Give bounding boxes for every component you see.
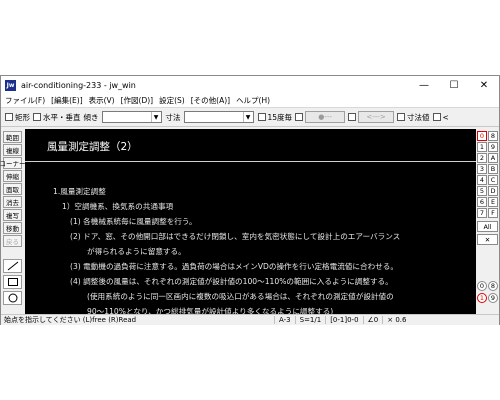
menu-draw[interactable]: [作図(D)] — [121, 95, 153, 106]
lt-checkbox[interactable] — [432, 113, 441, 121]
tool-erase[interactable]: 消去 — [3, 196, 22, 208]
layer-group-7-button[interactable]: 7 — [477, 208, 487, 218]
drawing-text-line: (2) ドア、窓、その他開口部はできるだけ閉鎖し、室内を気密状態にして設計上のエ… — [70, 232, 401, 241]
deg15-label: 15度毎 — [267, 112, 293, 122]
toolbar: 矩形 水平・垂直 傾き ▼ 寸法 ▼ 15度毎 ●--- <---> 寸法値 < — [1, 107, 499, 127]
dimval-checkbox[interactable] — [397, 113, 406, 121]
line-tool-icon[interactable] — [3, 259, 22, 273]
scale-indicator[interactable]: S=1/1 — [294, 316, 326, 324]
drawing-text-line: 1）空調機系、換気系の共通事項 — [62, 202, 174, 211]
layer-group-8-button[interactable]: 8 — [488, 131, 498, 141]
drawing-canvas[interactable]: 風量測定調整（2） 1.風量測定調整 1）空調機系、換気系の共通事項 (1) 各… — [25, 129, 476, 314]
layer-group-d-button[interactable]: D — [488, 186, 498, 196]
dimval-label: 寸法値 — [407, 112, 430, 122]
tool-chamfer[interactable]: 面取 — [3, 183, 22, 195]
layer-group-2-button[interactable]: 2 — [477, 153, 487, 163]
layer-group-9-button[interactable]: 9 — [488, 142, 498, 152]
tool-copy[interactable]: 複写 — [3, 209, 22, 221]
left-tool-panel: 範囲 複線 コーナー 伸縮 面取 消去 複写 移動 戻る — [0, 129, 26, 314]
drawing-text-line: (4) 調整後の風量は、それぞれの測定値が設計値の100～110%の範囲に入るよ… — [70, 277, 393, 286]
drawing-text-line: 90～110%となり、かつ総排気量が設計値より多くなるように調整する) — [87, 307, 334, 314]
layer-1-button[interactable]: 1 — [477, 293, 487, 303]
dim-label: 寸法 — [165, 112, 181, 122]
all-layers-button[interactable]: All — [477, 221, 498, 232]
menu-bar: ファイル(F) [編集(E)] 表示(V) [作図(D)] 設定(S) [その他… — [1, 94, 499, 107]
menu-other[interactable]: [その他(A)] — [191, 95, 230, 106]
drawing-text-line: が得られるように留意する。 — [87, 247, 186, 256]
circle-tool-icon[interactable] — [3, 291, 22, 305]
tool-move[interactable]: 移動 — [3, 222, 22, 234]
hv-checkbox[interactable] — [33, 113, 41, 121]
menu-file[interactable]: ファイル(F) — [5, 95, 45, 106]
tool-range[interactable]: 範囲 — [3, 131, 22, 143]
menu-help[interactable]: ヘルプ(H) — [236, 95, 270, 106]
menu-edit[interactable]: [編集(E)] — [51, 95, 82, 106]
window-title: air-conditioning-233 - jw_win — [21, 80, 136, 90]
layer-group-5-button[interactable]: 5 — [477, 186, 487, 196]
dim-combo[interactable]: ▼ — [183, 111, 254, 123]
title-divider — [25, 161, 476, 162]
chevron-down-icon[interactable]: ▼ — [150, 112, 161, 122]
tilt-label: 傾き — [83, 112, 99, 122]
layer-group-a-button[interactable]: A — [488, 153, 498, 163]
layer-group-1-button[interactable]: 1 — [477, 142, 487, 152]
layer-panel: 0 8 1 9 2 A 3 B 4 C 5 D 6 E 7 F All ✕ 0 … — [477, 129, 499, 314]
drawing-text-line: (3) 電動機の過負荷に注意する。過負荷の場合はメインVDの操作を行い定格電流値… — [70, 262, 398, 271]
tilt-combo[interactable]: ▼ — [101, 111, 162, 123]
line-style-button[interactable]: ●--- — [305, 111, 346, 123]
app-icon: Jw — [5, 79, 16, 91]
hv-label: 水平・垂直 — [43, 112, 81, 122]
rect-checkbox[interactable] — [5, 113, 13, 121]
minimize-button[interactable]: — — [409, 76, 439, 94]
angle-indicator[interactable]: ∠0 — [362, 316, 383, 324]
drawing-text-line: (使用系統のように同一区画内に複数の吸込口がある場合は、それぞれの測定値が設計値… — [87, 292, 394, 301]
layer-group-4-button[interactable]: 4 — [477, 175, 487, 185]
layer-group-c-button[interactable]: C — [488, 175, 498, 185]
layer-group-b-button[interactable]: B — [488, 164, 498, 174]
rectangle-tool-icon[interactable] — [3, 275, 22, 289]
status-message: 始点を指示してください (L)free (R)Read — [4, 316, 137, 324]
layer-group-6-button[interactable]: 6 — [477, 197, 487, 207]
layer-group-3-button[interactable]: 3 — [477, 164, 487, 174]
status-bar: 始点を指示してください (L)free (R)Read A-3 S=1/1 [0… — [1, 314, 499, 325]
layer-0-button[interactable]: 0 — [477, 281, 487, 291]
dots-checkbox[interactable] — [295, 113, 304, 121]
menu-view[interactable]: 表示(V) — [89, 95, 115, 106]
zoom-indicator[interactable]: × 0.6 — [382, 316, 410, 324]
arrow-checkbox[interactable] — [348, 113, 357, 121]
app-window: Jw air-conditioning-233 - jw_win — ☐ ✕ フ… — [0, 75, 500, 325]
layer-9-button[interactable]: 9 — [488, 293, 498, 303]
arrow-button[interactable]: <---> — [358, 111, 395, 123]
menu-settings[interactable]: 設定(S) — [159, 95, 185, 106]
layer-group-e-button[interactable]: E — [488, 197, 498, 207]
chevron-down-icon[interactable]: ▼ — [242, 112, 253, 122]
rect-label: 矩形 — [15, 112, 30, 122]
title-bar[interactable]: Jw air-conditioning-233 - jw_win — ☐ ✕ — [1, 76, 499, 94]
layer-group-f-button[interactable]: F — [488, 208, 498, 218]
tool-undo[interactable]: 戻る — [3, 235, 22, 247]
close-button[interactable]: ✕ — [469, 76, 499, 94]
tool-parallel[interactable]: 複線 — [3, 144, 22, 156]
drawing-title: 風量測定調整（2） — [47, 141, 138, 153]
maximize-button[interactable]: ☐ — [439, 76, 469, 94]
layer-8-button[interactable]: 8 — [488, 281, 498, 291]
tool-corner[interactable]: コーナー — [0, 157, 26, 169]
deg15-checkbox[interactable] — [257, 113, 266, 121]
cross-icon[interactable]: ✕ — [477, 234, 498, 245]
layer-indicator[interactable]: [0-1]0-0 — [325, 316, 362, 324]
layer-group-0-button[interactable]: 0 — [477, 131, 487, 141]
paper-size[interactable]: A-3 — [274, 316, 295, 324]
drawing-text-line: (1) 各機械系統毎に風量調整を行う。 — [70, 217, 197, 226]
drawing-text-line: 1.風量測定調整 — [53, 187, 106, 196]
tool-stretch[interactable]: 伸縮 — [3, 170, 22, 182]
lt-label: < — [442, 112, 449, 122]
